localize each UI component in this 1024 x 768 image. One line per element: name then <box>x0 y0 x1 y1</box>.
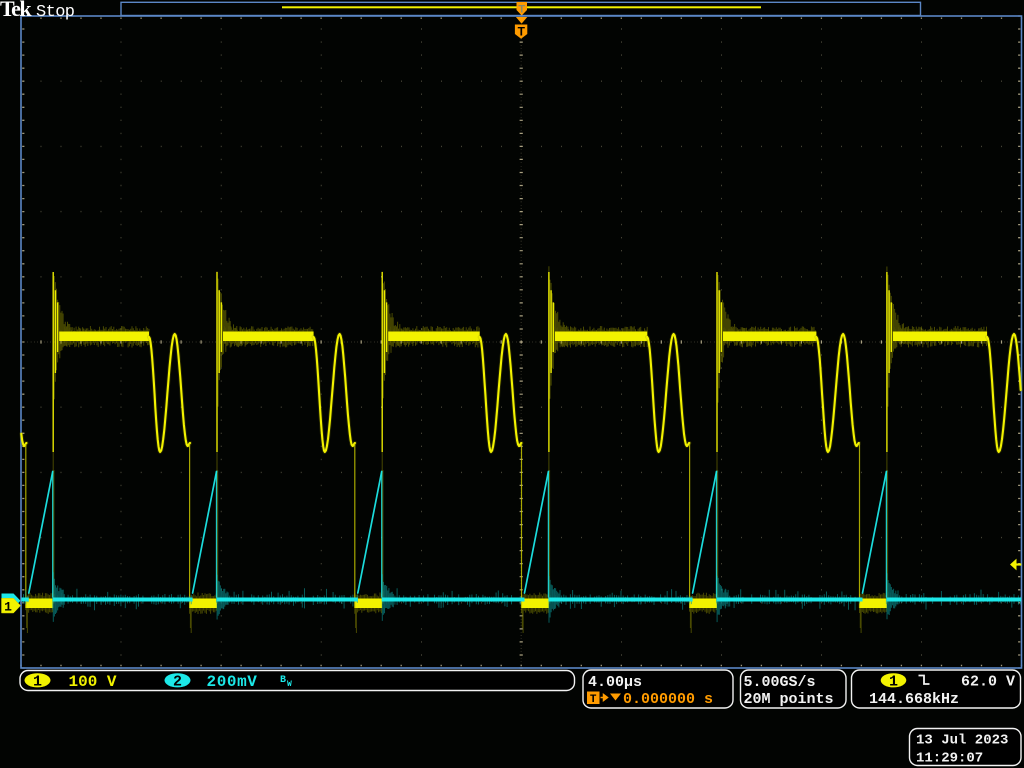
svg-text:144.668kHz: 144.668kHz <box>869 691 959 708</box>
svg-text:20M points: 20M points <box>744 691 834 708</box>
svg-text:200mV: 200mV <box>207 673 258 691</box>
svg-text:0.000000 s: 0.000000 s <box>623 691 713 708</box>
svg-text:1: 1 <box>889 674 898 691</box>
svg-text:13 Jul 2023: 13 Jul 2023 <box>916 733 1008 749</box>
svg-text:Stop: Stop <box>36 3 75 22</box>
svg-text:B: B <box>280 675 286 686</box>
svg-text:4.00µs: 4.00µs <box>588 674 642 691</box>
svg-text:62.0 V: 62.0 V <box>961 673 1015 690</box>
svg-text:1: 1 <box>33 674 42 691</box>
svg-text:2: 2 <box>173 674 182 691</box>
svg-text:T: T <box>518 4 525 16</box>
svg-text:W: W <box>287 680 292 689</box>
svg-text:5.00GS/s: 5.00GS/s <box>744 674 816 691</box>
svg-text:11:29:07: 11:29:07 <box>916 751 983 767</box>
svg-text:1: 1 <box>4 599 12 614</box>
svg-text:T: T <box>590 694 597 706</box>
svg-text:Tek: Tek <box>0 0 32 21</box>
svg-text:T: T <box>518 24 526 38</box>
svg-text:100 V: 100 V <box>69 673 117 691</box>
